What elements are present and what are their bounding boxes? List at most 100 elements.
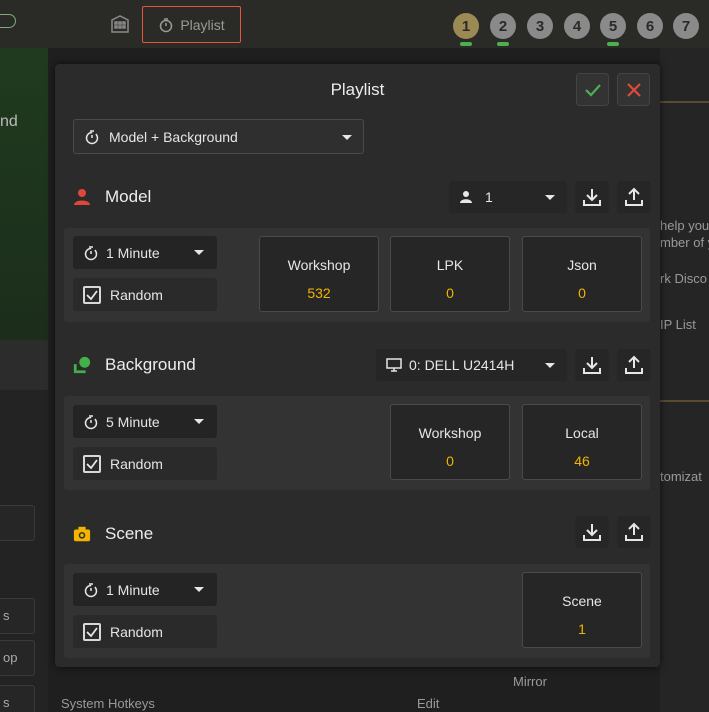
- chevron-down-icon: [194, 587, 204, 592]
- model-timer-select[interactable]: 1 Minute: [73, 236, 217, 269]
- person-icon: [73, 188, 91, 206]
- profile-indicator: [497, 42, 509, 46]
- right-panel: [660, 48, 709, 712]
- scene-timer-value: 1 Minute: [106, 581, 160, 598]
- right-panel-item[interactable]: IP List: [660, 317, 709, 332]
- chevron-down-icon: [342, 135, 352, 140]
- right-panel-text: help you: [660, 218, 709, 233]
- background-random-checkbox[interactable]: Random: [73, 447, 217, 480]
- timer-icon: [84, 414, 98, 429]
- stat-label: Json: [567, 257, 597, 273]
- timer-icon: [84, 245, 98, 260]
- scene-panel: 1 Minute Random Scene 1: [64, 564, 650, 658]
- monitor-select-value: 0: DELL U2414H: [409, 357, 515, 373]
- model-import-button[interactable]: [575, 181, 609, 213]
- confirm-button[interactable]: [576, 73, 609, 106]
- model-count-value: 1: [485, 189, 493, 205]
- stat-value: 46: [574, 453, 590, 469]
- mode-select[interactable]: Model + Background: [73, 119, 364, 154]
- model-lpk-stat: LPK 0: [390, 236, 510, 312]
- close-button[interactable]: [617, 73, 650, 106]
- model-panel: 1 Minute Random Workshop 532 LPK 0 Json …: [64, 228, 650, 322]
- profile-indicator: [607, 42, 619, 46]
- left-panel-item[interactable]: s: [0, 598, 35, 634]
- model-timer-value: 1 Minute: [106, 244, 160, 261]
- dialog-title: Playlist: [330, 80, 385, 99]
- stat-value: 532: [307, 285, 331, 301]
- scene-timer-select[interactable]: 1 Minute: [73, 573, 217, 606]
- stat-value: 0: [446, 285, 454, 301]
- profile-4-button[interactable]: 4: [564, 13, 590, 39]
- profile-6-button[interactable]: 6: [637, 13, 663, 39]
- background-import-button[interactable]: [575, 349, 609, 381]
- user-icon: [460, 191, 472, 203]
- monitor-select[interactable]: 0: DELL U2414H: [376, 349, 567, 381]
- background-export-button[interactable]: [617, 349, 651, 381]
- right-panel-text: tomizat: [660, 469, 702, 484]
- chevron-down-icon: [545, 363, 555, 368]
- background-icon: [73, 356, 91, 374]
- chevron-down-icon: [194, 250, 204, 255]
- left-panel-text: nd: [0, 113, 18, 130]
- playlist-dialog: Playlist Model + Background Model 1 1 Mi…: [55, 64, 660, 667]
- right-panel-divider: [660, 400, 709, 402]
- scene-import-button[interactable]: [575, 516, 609, 548]
- download-icon: [583, 189, 601, 206]
- background-random-label: Random: [110, 455, 163, 472]
- chevron-down-icon: [194, 419, 204, 424]
- scene-random-checkbox[interactable]: Random: [73, 615, 217, 648]
- upload-icon: [625, 187, 643, 206]
- stat-label: Scene: [562, 593, 602, 609]
- left-panel-bar: [0, 340, 48, 390]
- timer-icon: [85, 129, 99, 144]
- monitor-icon: [386, 358, 402, 372]
- download-icon: [583, 357, 601, 374]
- chevron-down-icon: [545, 195, 555, 200]
- stat-value: 0: [446, 453, 454, 469]
- left-panel-item[interactable]: s: [0, 685, 35, 712]
- background-workshop-stat: Workshop 0: [390, 404, 510, 480]
- right-panel-divider: [660, 101, 709, 103]
- background-timer-value: 5 Minute: [106, 413, 160, 430]
- camera-icon: [73, 525, 91, 543]
- scene-random-label: Random: [110, 623, 163, 640]
- cloud-icon[interactable]: [0, 14, 16, 28]
- model-workshop-stat: Workshop 532: [259, 236, 379, 312]
- model-random-label: Random: [110, 286, 163, 303]
- profile-5-button[interactable]: 5: [600, 13, 626, 39]
- scene-export-button[interactable]: [617, 516, 651, 548]
- mirror-label: Mirror: [513, 674, 547, 689]
- checkbox-checked-icon: [83, 454, 101, 473]
- profile-1-button[interactable]: 1: [453, 13, 479, 39]
- stat-value: 0: [578, 285, 586, 301]
- profile-3-button[interactable]: 3: [527, 13, 553, 39]
- model-json-stat: Json 0: [522, 236, 642, 312]
- profile-indicator: [460, 42, 472, 46]
- stat-label: Local: [565, 425, 599, 441]
- left-panel-item[interactable]: op: [0, 640, 35, 676]
- checkbox-checked-icon: [83, 285, 101, 304]
- close-icon: [626, 82, 641, 97]
- left-panel-box[interactable]: [0, 505, 35, 541]
- background-timer-select[interactable]: 5 Minute: [73, 405, 217, 438]
- system-hotkeys-label: System Hotkeys: [61, 696, 155, 711]
- profile-2-button[interactable]: 2: [490, 13, 516, 39]
- building-icon[interactable]: [104, 8, 136, 40]
- model-random-checkbox[interactable]: Random: [73, 278, 217, 311]
- check-icon: [584, 83, 601, 97]
- scene-count-stat: Scene 1: [522, 572, 642, 648]
- playlist-tab[interactable]: Playlist: [142, 6, 241, 43]
- download-icon: [583, 524, 601, 541]
- right-panel-item[interactable]: rk Disco: [660, 271, 709, 286]
- scene-section-title: Scene: [105, 524, 154, 543]
- edit-link[interactable]: Edit: [417, 696, 439, 711]
- model-export-button[interactable]: [617, 181, 651, 213]
- right-panel-text: mber of y: [660, 235, 709, 250]
- mode-select-value: Model + Background: [109, 128, 238, 145]
- background-section-title: Background: [105, 355, 196, 374]
- upload-icon: [625, 522, 643, 541]
- model-count-select[interactable]: 1: [449, 181, 567, 213]
- playlist-tab-label: Playlist: [180, 16, 225, 33]
- profile-7-button[interactable]: 7: [673, 13, 699, 39]
- background-panel: 5 Minute Random Workshop 0 Local 46: [64, 396, 650, 490]
